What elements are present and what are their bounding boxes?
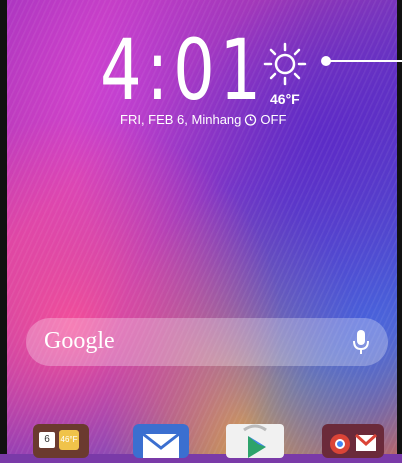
screen-bezel-left [0,0,7,454]
google-logo-text: Google [44,328,115,354]
weather-temperature[interactable]: 46°F [270,91,300,107]
calendar-weather-widget[interactable]: 6 46°F [33,424,89,458]
alarm-status: OFF [260,112,287,127]
alarm-clock-icon [245,114,257,126]
play-store-icon [243,424,267,458]
microphone-icon[interactable] [352,329,370,355]
play-store-app-icon[interactable] [226,424,284,458]
calendar-day: 6 [39,432,55,448]
folder-apps-icon [330,433,378,454]
envelope-icon [142,432,180,458]
screen-bezel-right [397,0,402,454]
google-search-bar[interactable]: Google [26,318,388,366]
notification-line [322,60,402,62]
sun-icon[interactable] [263,42,307,86]
calendar-weather-temp: 46°F [59,430,79,450]
date-location-row[interactable]: FRI, FEB 6, Minhang OFF [120,112,286,127]
clock-time: 4:01 [100,21,266,119]
chrome-gmail-folder-icon[interactable] [322,424,384,458]
date-location-text: FRI, FEB 6, Minhang [120,112,242,127]
email-app-icon[interactable] [133,424,189,458]
